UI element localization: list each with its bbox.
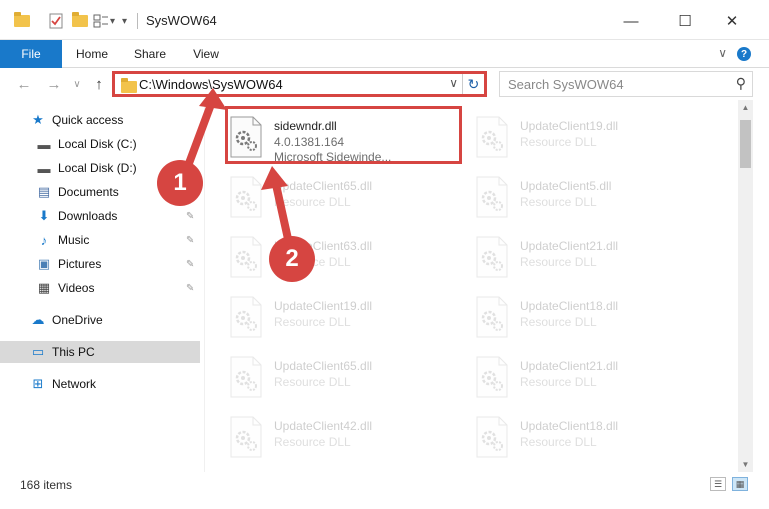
- step-1-badge: 1: [157, 160, 203, 206]
- arrowhead-2: [261, 166, 288, 190]
- arrow-to-address-bar: [184, 95, 217, 170]
- annotation-arrows: [184, 88, 294, 252]
- arrowhead-1: [199, 88, 227, 110]
- step-2-badge: 2: [269, 236, 315, 282]
